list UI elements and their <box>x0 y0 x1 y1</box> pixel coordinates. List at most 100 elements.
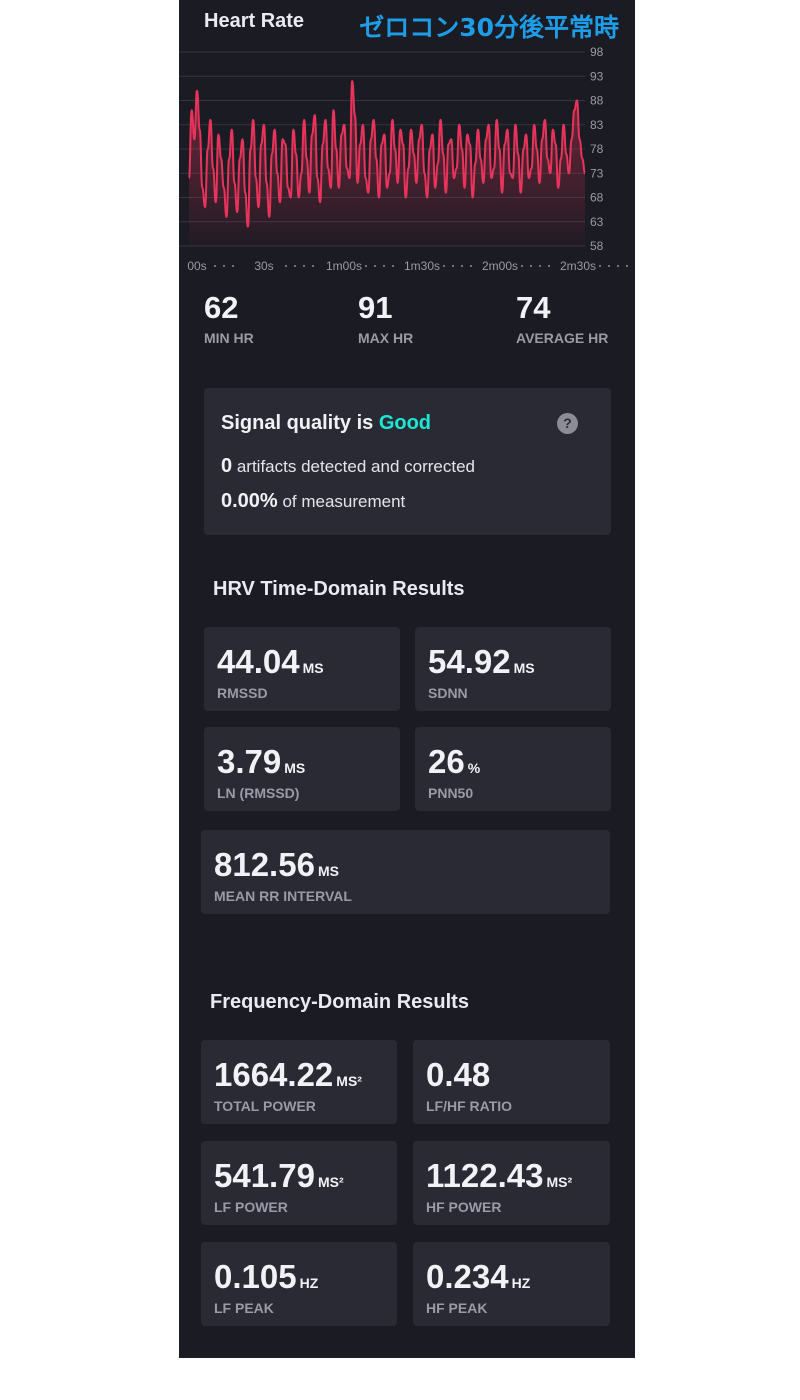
x-tick-label: 2m00s <box>482 259 518 273</box>
average-hr-label: AVERAGE HR <box>516 330 609 346</box>
x-axis-dot <box>231 264 235 268</box>
x-axis-dot <box>293 264 297 268</box>
lf-power-card: 541.79 MS² LF POWER <box>201 1141 397 1225</box>
rmssd-label: RMSSD <box>217 685 268 701</box>
sdnn-label: SDNN <box>428 685 468 701</box>
lf-peak-label: LF PEAK <box>214 1300 274 1316</box>
artifacts-line: 0 artifacts detected and corrected <box>221 455 475 478</box>
lf-hf-ratio-value: 0.48 <box>426 1056 491 1093</box>
average-hr-stat: 74 AVERAGE HR <box>516 290 608 346</box>
y-tick-label: 83 <box>590 118 604 132</box>
pnn50-label: PNN50 <box>428 785 474 801</box>
x-axis-dot <box>598 264 602 268</box>
total-power-unit: MS² <box>336 1073 362 1089</box>
measurement-line: 0.00% of measurement <box>221 490 405 513</box>
total-power-value: 1664.22 <box>214 1056 334 1093</box>
x-tick-label: 1m30s <box>404 259 440 273</box>
sdnn-unit: MS <box>513 660 535 676</box>
signal-quality-card: Signal quality is Good ? 0 artifacts det… <box>204 388 611 535</box>
rmssd-unit: MS <box>302 660 324 676</box>
x-tick-label: 00s <box>187 259 206 273</box>
hf-power-unit: MS² <box>546 1174 573 1190</box>
x-axis-dot <box>520 264 524 268</box>
y-tick-label: 88 <box>590 94 604 108</box>
x-axis-dot <box>607 264 611 268</box>
frequency-domain-heading: Frequency-Domain Results <box>210 991 469 1013</box>
x-axis-dot <box>302 264 306 268</box>
min-hr-value: 62 <box>204 290 239 325</box>
signal-quality-status: Good <box>378 412 432 434</box>
min-hr-label: MIN HR <box>204 330 254 346</box>
y-tick-label: 73 <box>590 166 604 180</box>
hf-peak-unit: HZ <box>511 1275 531 1291</box>
signal-quality-heading: Signal quality is Good <box>221 412 431 435</box>
max-hr-label: MAX HR <box>358 330 414 346</box>
hf-power-card: 1122.43 MS² HF POWER <box>413 1141 610 1225</box>
hf-peak-card: 0.234 HZ HF PEAK <box>413 1242 610 1326</box>
x-axis-dot <box>213 264 217 268</box>
app-screen: Heart Rate ゼロコン30分後平常時 98 93 88 83 78 73 68 63 5… <box>179 0 635 1358</box>
x-axis-dot <box>364 264 368 268</box>
x-axis-dot <box>616 264 620 268</box>
sdnn-value: 54.92 <box>428 643 511 680</box>
sdnn-card: 54.92 MS SDNN <box>415 627 611 711</box>
lf-hf-ratio-label: LF/HF RATIO <box>426 1098 513 1114</box>
min-hr-stat: 62 MIN HR <box>204 290 254 346</box>
x-tick-label: 1m00s <box>326 259 362 273</box>
x-axis-dot <box>382 264 386 268</box>
artifacts-count: 0 <box>221 455 233 477</box>
mean-rr-value: 812.56 <box>214 846 315 883</box>
y-tick-label: 78 <box>590 142 604 156</box>
x-tick-label: 2m30s <box>560 259 596 273</box>
mean-rr-unit: MS <box>317 863 339 879</box>
y-tick-label: 63 <box>590 215 604 229</box>
x-axis-dot <box>469 264 473 268</box>
ln-rmssd-value: 3.79 <box>217 743 282 780</box>
max-hr-value: 91 <box>358 290 393 325</box>
lf-power-label: LF POWER <box>214 1199 288 1215</box>
x-axis-dot <box>391 264 395 268</box>
artifacts-text: artifacts detected and corrected <box>232 457 475 476</box>
y-tick-label: 98 <box>590 45 604 59</box>
max-hr-stat: 91 MAX HR <box>358 290 413 346</box>
pnn50-card: 26% PNN50 <box>415 727 611 811</box>
help-icon[interactable]: ? <box>557 413 578 434</box>
annotation-text: ゼロコン30分後平常時 <box>359 13 619 42</box>
lf-power-value: 541.79 <box>214 1157 315 1194</box>
pnn50-value: 26 <box>428 743 465 780</box>
rmssd-value: 44.04 <box>217 643 300 680</box>
x-axis-dot <box>625 264 629 268</box>
measurement-text: of measurement <box>277 492 406 511</box>
hf-power-value: 1122.43 <box>426 1157 544 1194</box>
mean-rr-label: MEAN RR INTERVAL <box>214 888 352 904</box>
rmssd-card: 44.04 MS RMSSD <box>204 627 400 711</box>
x-axis-dot <box>451 264 455 268</box>
x-axis-dot <box>460 264 464 268</box>
y-tick-label: 68 <box>590 191 604 205</box>
mean-rr-card: 812.56 MS MEAN RR INTERVAL <box>201 830 610 914</box>
x-tick-label: 30s <box>254 259 273 273</box>
signal-quality-prefix: Signal quality is <box>221 412 379 434</box>
hf-power-label: HF POWER <box>426 1199 502 1215</box>
time-domain-heading: HRV Time-Domain Results <box>213 578 465 600</box>
x-axis-dot <box>373 264 377 268</box>
ln-rmssd-unit: MS <box>284 760 306 776</box>
y-tick-label: 93 <box>590 69 604 83</box>
ln-rmssd-label: LN (RMSSD) <box>217 785 300 801</box>
lf-peak-value: 0.105 <box>214 1258 297 1295</box>
ln-rmssd-card: 3.79 MS LN (RMSSD) <box>204 727 400 811</box>
x-axis-dot <box>442 264 446 268</box>
x-axis-dot <box>284 264 288 268</box>
total-power-card: 1664.22 MS² TOTAL POWER <box>201 1040 397 1124</box>
hf-peak-label: HF PEAK <box>426 1300 488 1316</box>
lf-peak-unit: HZ <box>299 1275 319 1291</box>
lf-peak-card: 0.105 HZ LF PEAK <box>201 1242 397 1326</box>
pnn50-unit: % <box>467 760 481 776</box>
heart-rate-chart: 98 93 88 83 78 73 68 63 58 00s 30s 1m00s 1m30s 2m00s… <box>179 45 629 273</box>
y-tick-label: 58 <box>590 239 604 253</box>
average-hr-value: 74 <box>516 290 551 325</box>
x-axis-dot <box>222 264 226 268</box>
artifact-percent: 0.00% <box>221 490 278 512</box>
lf-power-unit: MS² <box>317 1174 344 1190</box>
chart-title: Heart Rate <box>204 10 305 32</box>
